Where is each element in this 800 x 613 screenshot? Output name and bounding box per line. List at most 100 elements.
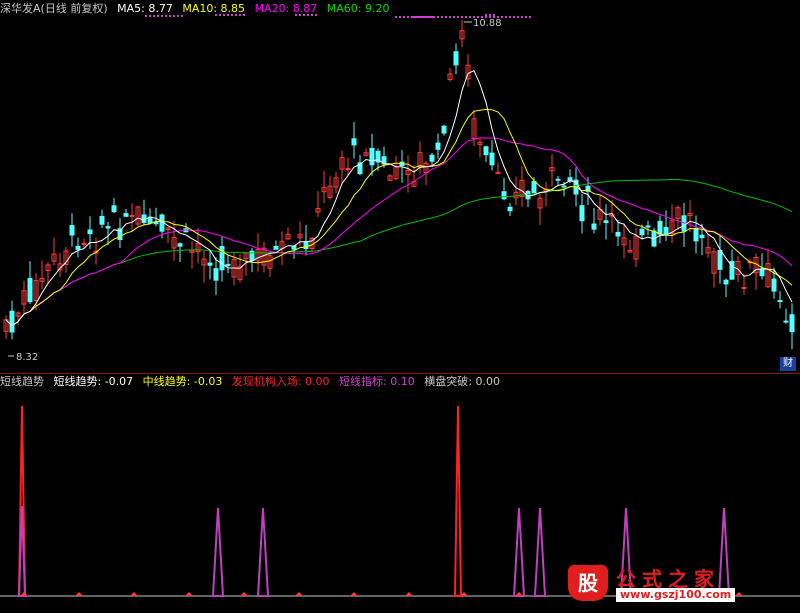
signal-dot <box>521 16 523 18</box>
small-marker <box>20 592 28 596</box>
candle-down <box>369 147 375 166</box>
institution-spike <box>453 405 463 597</box>
signal-dot <box>219 14 221 16</box>
signal-dot <box>315 14 317 16</box>
candle-down <box>603 220 609 223</box>
signal-dot <box>157 15 159 17</box>
signal-dot <box>423 16 425 18</box>
short-index-spike <box>211 507 225 597</box>
candle-down <box>273 245 279 250</box>
signal-dot <box>307 14 309 16</box>
candle-down <box>615 231 621 237</box>
candle-down <box>645 225 651 228</box>
signal-dot <box>517 16 519 18</box>
signal-dot <box>457 16 459 18</box>
candle-down <box>105 226 111 229</box>
signal-dot <box>299 14 301 16</box>
signal-dot <box>303 14 305 16</box>
watermark-url: www.gszj100.com <box>616 588 736 602</box>
signal-dot <box>437 16 439 18</box>
signal-dot <box>227 14 229 16</box>
low-price-label: 8.32 <box>16 352 39 363</box>
high-price-label: 10.88 <box>473 18 502 29</box>
small-marker <box>130 592 138 596</box>
candle-down <box>99 215 105 225</box>
panel-divider[interactable] <box>0 373 800 374</box>
candle-down <box>441 125 447 134</box>
candle-down <box>213 268 219 281</box>
signal-dot <box>149 15 151 17</box>
signal-dot <box>395 16 397 18</box>
signal-dot <box>413 16 415 18</box>
candle-down <box>663 227 669 235</box>
candle-down <box>723 279 729 285</box>
signal-dot <box>461 16 463 18</box>
candle-down <box>177 243 183 247</box>
signal-dot <box>431 16 433 18</box>
candle-down <box>717 249 723 270</box>
signal-dot <box>513 16 515 18</box>
signal-dot <box>165 15 167 17</box>
ma5-line <box>5 70 793 327</box>
candle-down <box>435 142 441 150</box>
candle-down <box>87 229 93 235</box>
signal-dot <box>417 16 419 18</box>
signal-dot <box>181 15 183 17</box>
ma60-line <box>5 179 793 327</box>
candle-down <box>483 146 489 156</box>
signal-dot <box>421 16 423 18</box>
signal-dot <box>407 16 409 18</box>
candle-down <box>639 228 645 236</box>
candle-down <box>657 220 663 235</box>
signal-dot <box>429 16 431 18</box>
signal-dot <box>493 14 495 16</box>
signal-dot <box>449 16 451 18</box>
signal-dot <box>177 15 179 17</box>
candle-down <box>429 154 435 162</box>
signal-dot <box>239 14 241 16</box>
candle-down <box>579 205 585 222</box>
candle-down <box>111 205 117 213</box>
candle-down <box>489 152 495 166</box>
signal-dot <box>427 16 429 18</box>
small-marker <box>350 592 358 596</box>
candle-down <box>531 180 537 194</box>
candle-down <box>225 263 231 266</box>
signal-dot <box>399 16 401 18</box>
signal-dot <box>485 14 487 16</box>
signal-dot <box>161 15 163 17</box>
signal-dot <box>509 16 511 18</box>
short-index-spike <box>512 507 526 597</box>
signal-dot <box>445 16 447 18</box>
candle-down <box>789 314 795 333</box>
signal-dot <box>243 14 245 16</box>
candle-down <box>207 262 213 266</box>
ma10-line <box>5 108 793 327</box>
signal-dot <box>145 15 147 17</box>
watermark-logo: 股 <box>568 565 608 601</box>
candle-down <box>123 213 129 217</box>
candle-down <box>453 51 459 66</box>
small-marker <box>515 592 523 596</box>
signal-dot <box>231 14 233 16</box>
small-marker <box>75 592 83 596</box>
candle-down <box>69 225 75 236</box>
short-index-spike <box>256 507 270 597</box>
candle-down <box>75 245 81 250</box>
kline-chart[interactable] <box>0 0 800 372</box>
signal-dot <box>425 16 427 18</box>
signal-dot <box>295 14 297 16</box>
candle-up <box>345 168 351 171</box>
signal-dot <box>169 15 171 17</box>
small-marker <box>185 592 193 596</box>
candle-down <box>555 178 561 181</box>
signal-dot <box>525 16 527 18</box>
short-index-spike <box>533 507 547 597</box>
small-marker <box>240 592 248 596</box>
candle-down <box>27 278 33 303</box>
signal-dot <box>215 14 217 16</box>
candle-down <box>507 206 513 212</box>
signal-dot <box>411 16 413 18</box>
finance-badge[interactable]: 财 <box>780 357 796 371</box>
candle-up <box>129 214 135 217</box>
